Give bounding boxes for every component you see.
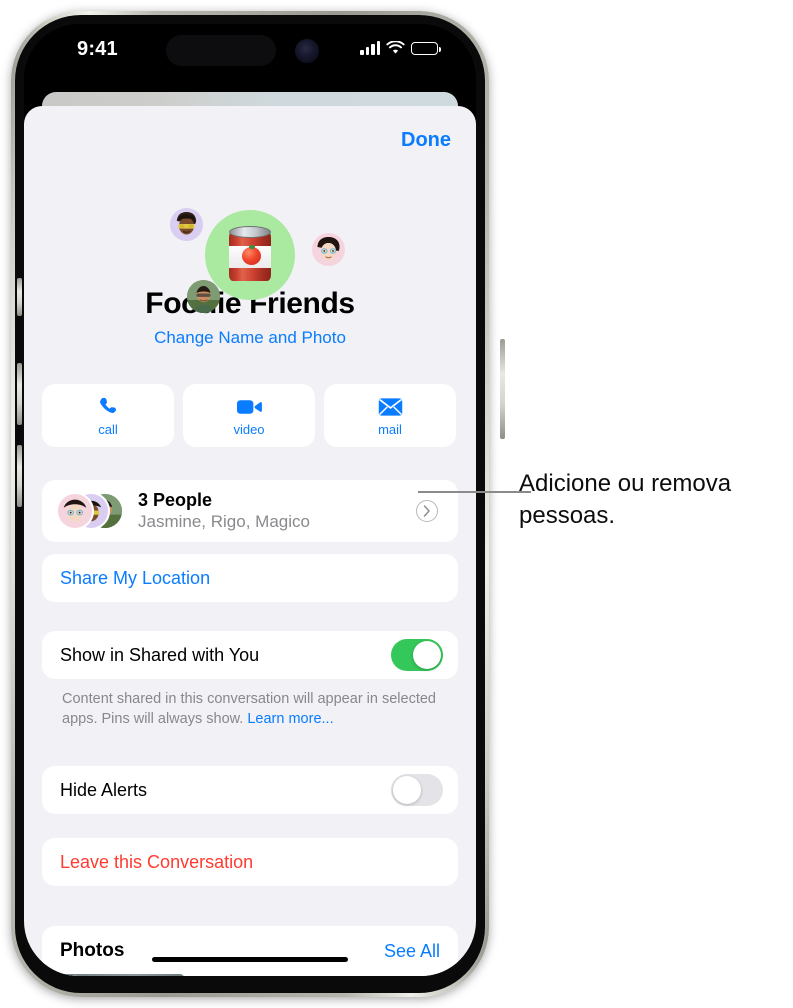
photos-thumbnail-row: [60, 974, 458, 976]
wifi-icon: [386, 41, 405, 54]
envelope-icon: [378, 395, 403, 419]
battery-icon: [411, 41, 441, 55]
mail-button-label: mail: [378, 421, 402, 437]
show-in-shared-with-you-toggle[interactable]: [391, 639, 443, 671]
power-button[interactable]: [500, 339, 505, 439]
see-all-button[interactable]: See All: [384, 941, 440, 962]
callout-annotation: Adicione ou remova pessoas.: [519, 470, 732, 529]
status-bar: 9:41: [24, 24, 476, 82]
learn-more-link[interactable]: Learn more...: [247, 711, 333, 727]
group-details-sheet: Done Foodie Friends Change Name and Phot…: [24, 106, 476, 976]
volume-down-button[interactable]: [17, 445, 22, 507]
mail-button[interactable]: mail: [324, 384, 456, 447]
status-time: 9:41: [77, 38, 118, 60]
video-camera-icon: [236, 395, 262, 419]
call-button-label: call: [98, 421, 118, 437]
chevron-right-icon[interactable]: [416, 500, 438, 522]
photo-thumbnail[interactable]: [60, 974, 184, 976]
leave-conversation-label: Leave this Conversation: [60, 851, 254, 872]
share-my-location-label: Share My Location: [60, 567, 211, 588]
screenshot-root: 9:41 Done Foodie Friends Change Name and…: [0, 0, 793, 1008]
leave-conversation-row[interactable]: Leave this Conversation: [42, 838, 458, 886]
change-name-and-photo-link[interactable]: Change Name and Photo: [24, 328, 476, 348]
dynamic-island: [166, 35, 276, 66]
video-button-label: video: [233, 421, 265, 437]
people-row[interactable]: 3 People Jasmine, Rigo, Magico: [42, 480, 458, 542]
iphone-screen: 9:41 Done Foodie Friends Change Name and…: [24, 24, 476, 976]
video-button[interactable]: video: [183, 384, 315, 447]
memoji-face-icon: [63, 499, 87, 522]
person-photo-icon: [187, 280, 220, 313]
member-avatar-3[interactable]: [187, 280, 220, 313]
front-camera-icon: [295, 39, 319, 63]
iphone-frame: 9:41 Done Foodie Friends Change Name and…: [11, 11, 505, 997]
group-header: Foodie Friends Change Name and Photo: [24, 106, 476, 348]
shared-with-you-footnote: Content shared in this conversation will…: [62, 689, 442, 729]
member-avatar-2[interactable]: [312, 233, 345, 266]
home-indicator[interactable]: [152, 957, 348, 962]
hide-alerts-row[interactable]: Hide Alerts: [42, 766, 458, 814]
people-names-label: Jasmine, Rigo, Magico: [138, 512, 310, 531]
share-my-location-row[interactable]: Share My Location: [42, 554, 458, 602]
show-in-shared-with-you-label: Show in Shared with You: [60, 644, 260, 665]
member-avatar-stack: [56, 492, 132, 530]
action-buttons-row: call video mail: [42, 384, 456, 447]
volume-up-button[interactable]: [17, 363, 22, 425]
avatar-cluster: [24, 106, 476, 313]
people-count-label: 3 People: [138, 490, 213, 510]
status-indicators: [360, 41, 441, 55]
group-photo[interactable]: [205, 210, 295, 300]
memoji-face-icon: [176, 212, 197, 235]
memoji-face-icon: [317, 237, 340, 261]
stack-avatar-1: [56, 492, 94, 530]
hide-alerts-label: Hide Alerts: [60, 779, 148, 800]
callout-leader-line: [418, 491, 531, 493]
call-button[interactable]: call: [42, 384, 174, 447]
photos-title: Photos: [60, 940, 125, 961]
people-text: 3 People Jasmine, Rigo, Magico: [138, 490, 416, 532]
member-avatar-1[interactable]: [170, 208, 203, 241]
action-button[interactable]: [17, 278, 22, 316]
phone-icon: [97, 395, 120, 419]
signal-bars-icon: [360, 41, 380, 55]
photos-section: Photos See All: [42, 926, 458, 976]
show-in-shared-with-you-row[interactable]: Show in Shared with You: [42, 631, 458, 679]
canned-food-icon: [229, 226, 271, 284]
hide-alerts-toggle[interactable]: [391, 774, 443, 806]
